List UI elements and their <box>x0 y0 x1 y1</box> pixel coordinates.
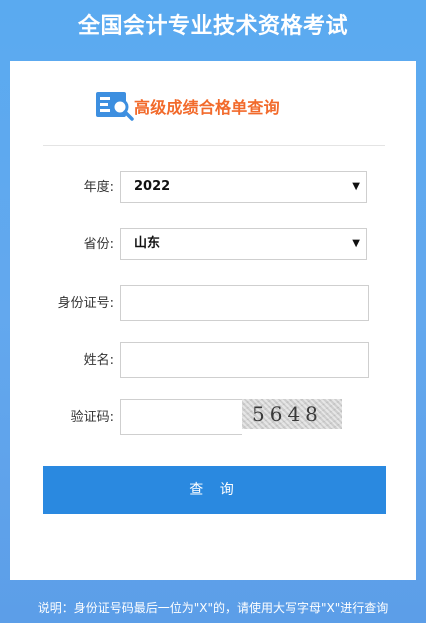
captcha-label: 验证码: <box>70 410 114 425</box>
chevron-down-icon: ▼ <box>352 181 360 192</box>
query-card: 高级成绩合格单查询 年度: 2022 ▼ 省份: 山东 ▼ 身份证号: 姓名: … <box>10 61 416 580</box>
name-row: 姓名: <box>10 342 416 378</box>
id-number-row: 身份证号: <box>10 285 416 321</box>
divider <box>43 145 385 146</box>
page-title: 全国会计专业技术资格考试 <box>77 14 348 39</box>
province-select[interactable]: 山东 ▼ <box>120 228 367 260</box>
query-subtitle: 高级成绩合格单查询 <box>134 98 280 117</box>
name-label: 姓名: <box>83 353 114 368</box>
id-number-input[interactable] <box>120 285 369 321</box>
province-value: 山东 <box>134 236 161 251</box>
captcha-input[interactable] <box>120 399 242 435</box>
id-number-label: 身份证号: <box>57 296 114 311</box>
province-row: 省份: 山东 ▼ <box>10 228 416 262</box>
province-label: 省份: <box>83 237 114 252</box>
captcha-image[interactable]: 5648 <box>242 399 342 429</box>
year-select[interactable]: 2022 ▼ <box>120 171 367 203</box>
document-search-icon <box>96 92 134 121</box>
year-label: 年度: <box>83 180 114 195</box>
name-input[interactable] <box>120 342 369 378</box>
query-header: 高级成绩合格单查询 <box>94 89 280 123</box>
query-button[interactable]: 查 询 <box>43 466 386 514</box>
captcha-row: 验证码: 5648 <box>10 399 416 435</box>
year-value: 2022 <box>134 179 171 194</box>
footer-note: 说明：身份证号码最后一位为"X"的，请使用大写字母"X"进行查询 <box>37 601 389 615</box>
chevron-down-icon: ▼ <box>352 238 360 249</box>
year-row: 年度: 2022 ▼ <box>10 171 416 205</box>
